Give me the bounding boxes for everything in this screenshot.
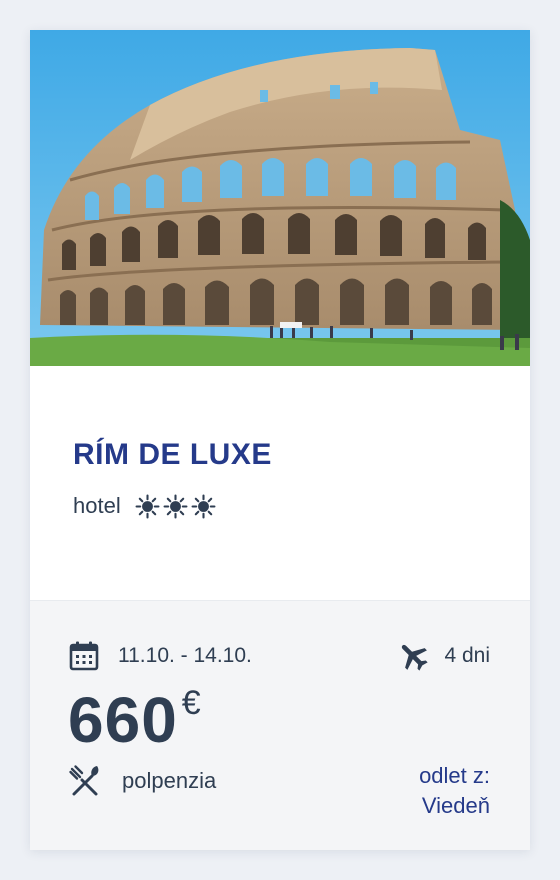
hero-image[interactable] [30, 30, 530, 366]
accommodation-type: hotel [73, 493, 121, 518]
price-currency: € [181, 684, 201, 722]
calendar-icon [69, 641, 99, 671]
travel-dates: 11.10. - 14.10. [118, 644, 252, 667]
departure-city: Viedeň [421, 793, 490, 818]
plane-icon [402, 644, 429, 671]
dates-row: 11.10. - 14.10. [68, 639, 252, 673]
trip-duration: 4 dni [444, 644, 490, 667]
sun-icon [135, 494, 160, 518]
board-row: polpenzia [68, 763, 216, 799]
price-value: 660 [68, 684, 178, 756]
sun-icon [163, 494, 188, 518]
cutlery-icon [69, 765, 99, 796]
duration-row: 4 dni [396, 639, 490, 673]
departure-info: odlet z: Viedeň [419, 761, 490, 821]
hotel-rating [135, 494, 216, 519]
offer-info-panel: RÍM DE LUXE hotel [30, 366, 530, 600]
sun-icon [191, 494, 216, 518]
offer-title[interactable]: RÍM DE LUXE [73, 438, 272, 472]
colosseum-photo [30, 30, 530, 366]
departure-label: odlet z: [419, 763, 490, 788]
offer-card[interactable]: RÍM DE LUXE hotel 11.10. - 14.10. 4 dni … [30, 30, 530, 850]
offer-details-panel: 11.10. - 14.10. 4 dni 660 € polpenzia od… [30, 600, 530, 850]
price: 660 € [68, 683, 201, 757]
accommodation-row: hotel [73, 490, 216, 522]
board-type: polpenzia [122, 768, 217, 793]
